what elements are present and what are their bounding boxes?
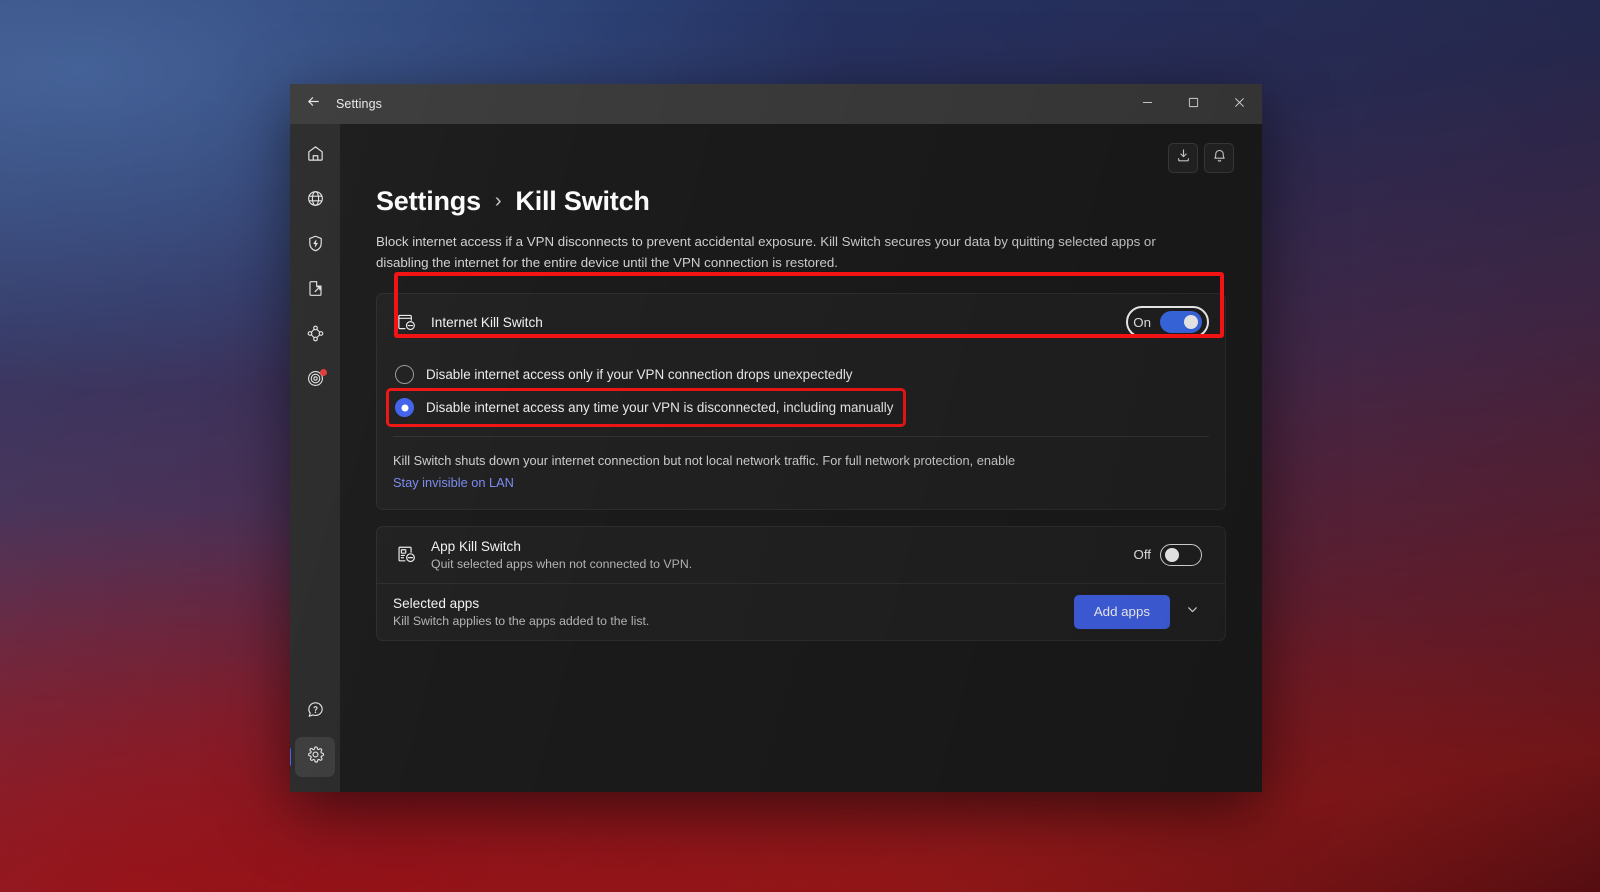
home-icon xyxy=(306,144,325,168)
breadcrumb-separator-icon: › xyxy=(494,190,502,212)
switch-knob xyxy=(1164,547,1179,562)
selected-apps-expand-button[interactable] xyxy=(1175,595,1209,629)
downloads-button[interactable] xyxy=(1168,143,1198,173)
app-kill-switch-toggle[interactable]: Off xyxy=(1127,539,1210,571)
breadcrumb-root[interactable]: Settings xyxy=(376,186,481,217)
sidebar-item-help[interactable] xyxy=(295,692,335,732)
content-action-buttons xyxy=(1168,143,1234,173)
window-title: Settings xyxy=(336,97,382,111)
download-icon xyxy=(1176,148,1191,168)
help-bubble-icon xyxy=(306,700,325,724)
app-kill-switch-subtitle: Quit selected apps when not connected to… xyxy=(431,556,693,571)
maximize-button[interactable] xyxy=(1170,84,1216,124)
sidebar-item-file-share[interactable] xyxy=(295,271,335,311)
chevron-down-icon xyxy=(1185,602,1200,622)
kill-switch-note: Kill Switch shuts down your internet con… xyxy=(377,437,1137,508)
sidebar-item-locations[interactable] xyxy=(295,181,335,221)
internet-kill-switch-card: Internet Kill Switch On Disable internet… xyxy=(376,293,1226,510)
desktop-background: Settings Settings › Kill Switch Block in… xyxy=(0,0,1600,892)
kill-switch-note-text: Kill Switch shuts down your internet con… xyxy=(393,453,1016,469)
stay-invisible-on-lan-link[interactable]: Stay invisible on LAN xyxy=(393,473,514,492)
internet-kill-switch-texts: Internet Kill Switch xyxy=(431,315,1126,330)
window-titlebar: Settings xyxy=(290,84,1262,124)
internet-kill-switch-row[interactable]: Internet Kill Switch On xyxy=(377,294,1225,350)
page-title: Kill Switch xyxy=(515,186,650,216)
kill-switch-options-list: Disable internet access only if your VPN… xyxy=(377,350,1225,428)
app-block-icon xyxy=(393,542,419,568)
notification-badge-dot xyxy=(320,369,327,376)
kill-switch-option-anytime-label: Disable internet access any time your VP… xyxy=(426,400,894,416)
close-button[interactable] xyxy=(1216,84,1262,124)
app-kill-switch-title: App Kill Switch xyxy=(431,538,521,554)
sidebar-item-meshnet[interactable] xyxy=(295,316,335,356)
selected-apps-title: Selected apps xyxy=(393,595,480,611)
app-kill-switch-toggle-label: Off xyxy=(1133,547,1152,563)
selected-apps-subtitle: Kill Switch applies to the apps added to… xyxy=(393,613,650,628)
shield-bolt-icon xyxy=(306,234,325,258)
minimize-button[interactable] xyxy=(1124,84,1170,124)
gear-icon xyxy=(306,745,325,769)
internet-kill-switch-switch[interactable] xyxy=(1160,311,1202,334)
minimize-icon xyxy=(1142,95,1153,113)
back-button[interactable] xyxy=(290,84,336,124)
file-share-icon xyxy=(306,279,325,303)
vpn-app-window: Settings Settings › Kill Switch Block in… xyxy=(290,84,1262,792)
globe-icon xyxy=(306,189,325,213)
sidebar-item-settings[interactable] xyxy=(290,737,335,777)
monitor-block-icon xyxy=(393,309,419,335)
sidebar-item-dark-web-monitor[interactable] xyxy=(295,361,335,401)
meshnet-icon xyxy=(306,324,325,348)
switch-knob xyxy=(1184,315,1198,330)
app-kill-switch-switch[interactable] xyxy=(1160,543,1202,566)
arrow-left-icon xyxy=(306,94,321,114)
app-kill-switch-row[interactable]: App Kill Switch Quit selected apps when … xyxy=(377,527,1225,583)
content-pane: Settings › Kill Switch Block internet ac… xyxy=(340,124,1262,792)
bell-icon xyxy=(1212,148,1227,168)
radio-anytime[interactable] xyxy=(395,398,414,418)
add-apps-button[interactable]: Add apps xyxy=(1073,594,1170,629)
kill-switch-option-unexpected[interactable]: Disable internet access only if your VPN… xyxy=(393,358,1209,391)
selected-apps-texts: Selected apps Kill Switch applies to the… xyxy=(393,596,1074,628)
page-description: Block internet access if a VPN disconnec… xyxy=(376,234,1156,270)
notifications-button[interactable] xyxy=(1204,143,1234,173)
radio-unexpected[interactable] xyxy=(395,365,414,385)
kill-switch-option-anytime[interactable]: Disable internet access any time your VP… xyxy=(385,388,907,428)
maximize-icon xyxy=(1188,95,1199,113)
breadcrumb: Settings › Kill Switch xyxy=(376,186,1226,217)
window-body: Settings › Kill Switch Block internet ac… xyxy=(290,124,1262,792)
app-kill-switch-texts: App Kill Switch Quit selected apps when … xyxy=(431,539,1127,571)
kill-switch-option-unexpected-label: Disable internet access only if your VPN… xyxy=(426,367,853,383)
sidebar-item-threat-protection[interactable] xyxy=(295,226,335,266)
sidebar-item-home[interactable] xyxy=(295,136,335,176)
internet-kill-switch-toggle-label: On xyxy=(1133,314,1151,330)
close-icon xyxy=(1234,95,1245,113)
sidebar-nav xyxy=(290,124,340,792)
internet-kill-switch-title: Internet Kill Switch xyxy=(431,314,543,330)
app-kill-switch-card: App Kill Switch Quit selected apps when … xyxy=(376,525,1226,641)
internet-kill-switch-toggle[interactable]: On xyxy=(1126,306,1209,339)
selected-apps-row: Selected apps Kill Switch applies to the… xyxy=(377,584,1225,640)
